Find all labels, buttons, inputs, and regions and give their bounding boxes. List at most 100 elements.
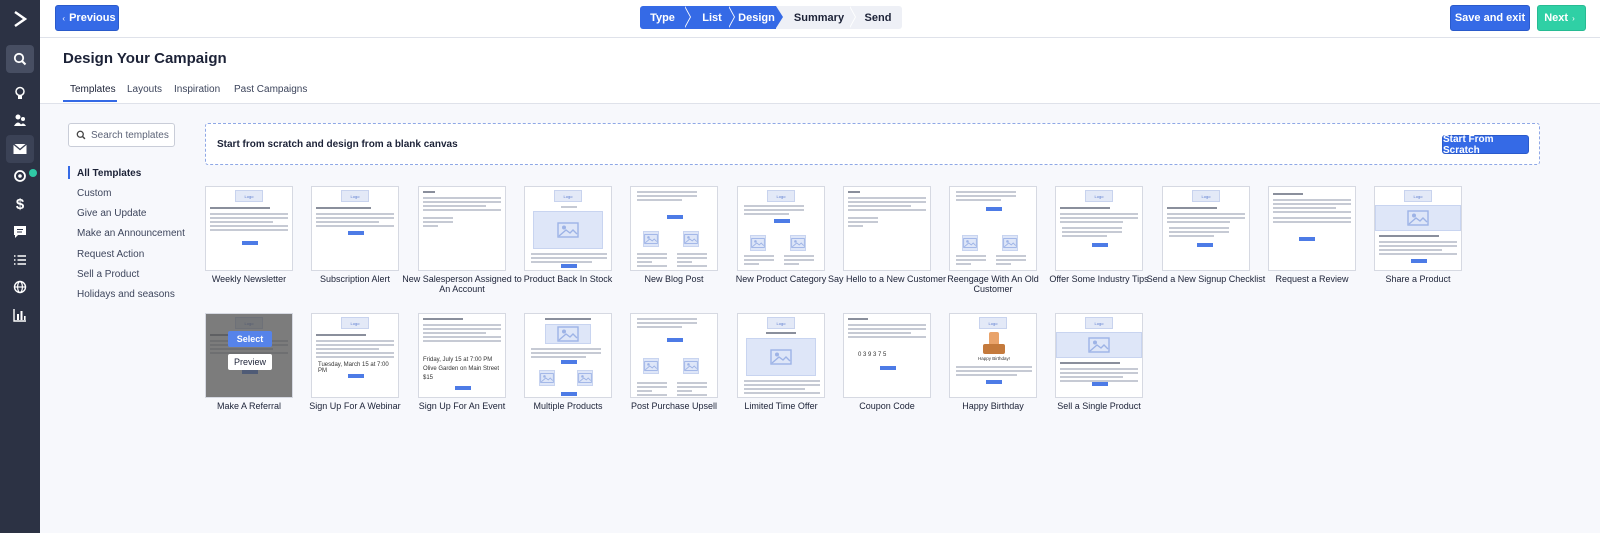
category-give-an-update[interactable]: Give an Update bbox=[77, 208, 147, 219]
thumb-button bbox=[667, 338, 683, 342]
search-icon[interactable] bbox=[6, 45, 34, 73]
template-card[interactable]: Logo Product Back In Stock bbox=[524, 186, 612, 284]
template-thumbnail[interactable]: Logo bbox=[205, 186, 293, 271]
thumb-text-line bbox=[637, 257, 667, 259]
globe-icon[interactable] bbox=[6, 273, 34, 301]
bar-chart-icon[interactable] bbox=[6, 301, 34, 329]
template-card[interactable]: LogoSelectPreviewMake A Referral bbox=[205, 313, 293, 411]
template-card[interactable]: New Salesperson Assigned to An Account bbox=[402, 186, 522, 294]
thumb-text-line bbox=[744, 205, 804, 207]
template-card[interactable]: Logo Offer Some Industry Tips bbox=[1049, 186, 1149, 284]
template-card[interactable]: Multiple Products bbox=[524, 313, 612, 411]
image-placeholder-icon bbox=[750, 235, 766, 251]
thumb-text-line bbox=[531, 352, 601, 354]
preview-template-button[interactable]: Preview bbox=[228, 354, 272, 370]
template-thumbnail[interactable] bbox=[630, 186, 718, 271]
activecampaign-logo-icon[interactable] bbox=[0, 0, 40, 38]
category-make-an-announcement[interactable]: Make an Announcement bbox=[77, 228, 185, 239]
template-thumbnail[interactable] bbox=[524, 313, 612, 398]
image-placeholder-icon bbox=[577, 370, 593, 386]
template-thumbnail[interactable]: Logo bbox=[311, 186, 399, 271]
tab-templates[interactable]: Templates bbox=[70, 84, 116, 95]
thumb-text-line bbox=[316, 356, 394, 358]
thumb-text-line bbox=[1060, 362, 1120, 364]
template-card[interactable]: Reengage With An Old Customer bbox=[947, 186, 1039, 294]
step-type[interactable]: Type bbox=[640, 6, 685, 29]
tab-layouts[interactable]: Layouts bbox=[127, 84, 162, 95]
template-card[interactable]: Logo Tuesday, March 15 at 7:00 PM Sign Up … bbox=[309, 313, 401, 411]
template-thumbnail[interactable]: Logo Tuesday, March 15 at 7:00 PM bbox=[311, 313, 399, 398]
template-card[interactable]: 0 3 9 3 7 5 Coupon Code bbox=[843, 313, 931, 411]
thumb-logo: Logo bbox=[979, 317, 1007, 329]
template-thumbnail[interactable]: Logo bbox=[1374, 186, 1462, 271]
template-card[interactable]: Friday, July 15 at 7:00 PM Olive Garden o… bbox=[418, 313, 506, 411]
mail-icon[interactable] bbox=[6, 135, 34, 163]
template-card[interactable]: Logo Subscription Alert bbox=[311, 186, 399, 284]
template-card[interactable]: Logo Send a New Signup Checklist bbox=[1147, 186, 1265, 284]
thumb-text-line bbox=[531, 356, 586, 358]
thumb-text-line bbox=[1062, 235, 1107, 237]
template-thumbnail[interactable]: Logo bbox=[737, 186, 825, 271]
thumb-text-line bbox=[677, 253, 707, 255]
category-request-action[interactable]: Request Action bbox=[77, 249, 144, 260]
template-card[interactable]: Logo Happy Birthday! Happy Birthday bbox=[949, 313, 1037, 411]
thumb-button bbox=[561, 392, 577, 396]
category-all-templates[interactable]: All Templates bbox=[77, 168, 141, 179]
thumb-text-line bbox=[210, 217, 288, 219]
template-thumbnail[interactable]: Logo bbox=[737, 313, 825, 398]
template-thumbnail[interactable] bbox=[949, 186, 1037, 271]
template-thumbnail[interactable]: 0 3 9 3 7 5 bbox=[843, 313, 931, 398]
template-name: Multiple Products bbox=[533, 401, 603, 411]
template-card[interactable]: New Blog Post bbox=[630, 186, 718, 284]
save-and-exit-button[interactable]: Save and exit bbox=[1450, 5, 1530, 31]
thumb-text-line bbox=[744, 263, 759, 265]
category-custom[interactable]: Custom bbox=[77, 188, 111, 199]
previous-button[interactable]: ‹ Previous bbox=[55, 5, 119, 31]
thumb-text-line bbox=[848, 221, 878, 223]
tab-past-campaigns[interactable]: Past Campaigns bbox=[234, 84, 307, 95]
search-templates-input[interactable] bbox=[91, 129, 171, 141]
template-thumbnail[interactable] bbox=[630, 313, 718, 398]
template-thumbnail[interactable]: Logo bbox=[1055, 313, 1143, 398]
thumb-text-line bbox=[1379, 235, 1439, 237]
thumb-text-line bbox=[316, 213, 394, 215]
template-card[interactable]: Logo Share a Product bbox=[1374, 186, 1462, 284]
template-card[interactable]: Logo New Product Category bbox=[736, 186, 826, 284]
template-card[interactable]: Request a Review bbox=[1268, 186, 1356, 284]
category-sell-a-product[interactable]: Sell a Product bbox=[77, 269, 139, 280]
step-design[interactable]: Design bbox=[734, 6, 779, 29]
template-card[interactable]: Logo Limited Time Offer bbox=[737, 313, 825, 411]
start-from-scratch-button[interactable]: Start From Scratch bbox=[1442, 134, 1529, 156]
step-send[interactable]: Send bbox=[856, 6, 900, 29]
thumb-text-line bbox=[1060, 221, 1123, 223]
lightbulb-icon[interactable] bbox=[6, 79, 34, 107]
template-thumbnail[interactable]: Logo bbox=[1162, 186, 1250, 271]
template-thumbnail[interactable] bbox=[843, 186, 931, 271]
chat-icon[interactable] bbox=[6, 218, 34, 246]
template-thumbnail[interactable]: Logo bbox=[524, 186, 612, 271]
template-card[interactable]: Logo Sell a Single Product bbox=[1055, 313, 1143, 411]
thumb-text-line bbox=[423, 191, 435, 193]
step-summary[interactable]: Summary bbox=[782, 6, 856, 29]
campaign-steps: Type List Design Summary Send bbox=[640, 6, 902, 29]
template-thumbnail[interactable] bbox=[1268, 186, 1356, 271]
list-icon[interactable] bbox=[6, 246, 34, 274]
category-holidays-and-seasons[interactable]: Holidays and seasons bbox=[77, 289, 175, 300]
template-thumbnail[interactable]: LogoSelectPreview bbox=[205, 313, 293, 398]
thumb-button bbox=[667, 215, 683, 219]
dollar-icon[interactable]: $ bbox=[6, 190, 34, 218]
tab-inspiration[interactable]: Inspiration bbox=[174, 84, 220, 95]
template-card[interactable]: Logo Weekly Newsletter bbox=[205, 186, 293, 284]
template-thumbnail[interactable] bbox=[418, 186, 506, 271]
template-thumbnail[interactable]: Friday, July 15 at 7:00 PM Olive Garden o… bbox=[418, 313, 506, 398]
template-thumbnail[interactable]: Logo bbox=[1055, 186, 1143, 271]
template-card[interactable]: Say Hello to a New Customer bbox=[828, 186, 946, 284]
thumb-button bbox=[561, 360, 577, 364]
search-templates-field[interactable] bbox=[68, 123, 175, 147]
template-card[interactable]: Post Purchase Upsell bbox=[630, 313, 718, 411]
contacts-icon[interactable] bbox=[6, 106, 34, 134]
next-button[interactable]: Next › bbox=[1537, 5, 1586, 31]
template-thumbnail[interactable]: Logo Happy Birthday! bbox=[949, 313, 1037, 398]
thumb-text-line bbox=[1060, 372, 1138, 374]
select-template-button[interactable]: Select bbox=[228, 331, 272, 347]
